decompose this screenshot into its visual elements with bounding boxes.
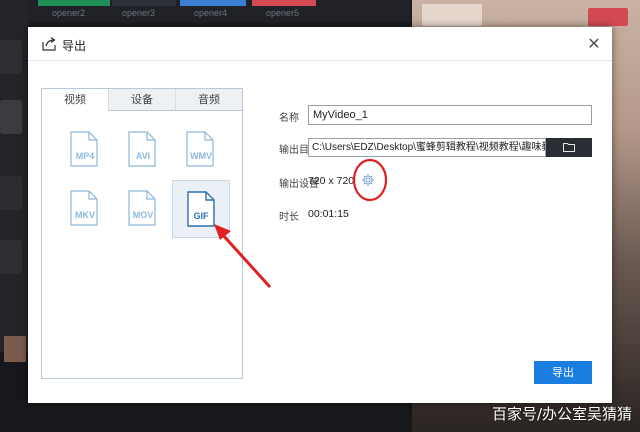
folder-icon (563, 143, 575, 152)
clip-label: opener3 (122, 8, 156, 18)
file-icon (186, 131, 214, 167)
format-label: MOV (132, 210, 154, 220)
side-thumb[interactable] (0, 40, 22, 74)
format-gif[interactable]: GIF (172, 180, 230, 238)
tab-audio[interactable]: 音频 (175, 89, 242, 111)
browse-folder-button[interactable] (546, 138, 592, 157)
side-thumb[interactable] (0, 176, 22, 210)
clip-label: opener2 (52, 8, 86, 18)
format-mp4[interactable]: MP4 (56, 121, 114, 179)
clip-thumb[interactable] (112, 0, 176, 6)
watermark-text: 百家号/办公室吴猜猜 (491, 405, 632, 423)
side-thumb[interactable] (0, 240, 22, 274)
format-mov[interactable]: MOV (114, 180, 172, 238)
file-icon (128, 131, 156, 167)
format-mkv[interactable]: MKV (56, 180, 114, 238)
preview-detail (588, 8, 628, 26)
format-avi[interactable]: AVI (114, 121, 172, 179)
clip-thumb[interactable] (252, 0, 316, 6)
preview-detail (422, 4, 482, 26)
file-icon (70, 190, 98, 226)
format-label: MKV (75, 210, 95, 220)
editor-clip-strip: r1 opener2 opener3 opener4 opener5 (0, 0, 410, 22)
format-label: GIF (193, 211, 209, 221)
export-dialog: 导出 ✕ 视频 设备 音频 MP4 AVI WMV MKV MOV GIF 名称… (28, 27, 612, 403)
export-icon (42, 37, 56, 51)
gear-icon[interactable] (361, 173, 375, 187)
duration-label: 时长 (279, 212, 299, 223)
format-label: AVI (135, 151, 151, 161)
format-label: MP4 (75, 151, 95, 161)
clip-thumb[interactable] (38, 0, 110, 6)
export-button[interactable]: 导出 (534, 361, 592, 384)
file-icon (70, 131, 98, 167)
close-icon[interactable]: ✕ (586, 36, 602, 52)
name-input[interactable]: MyVideo_1 (308, 105, 592, 125)
file-icon (128, 190, 156, 226)
clip-thumb[interactable] (180, 0, 246, 6)
format-panel: 视频 设备 音频 MP4 AVI WMV MKV MOV GIF (41, 88, 243, 379)
tab-device[interactable]: 设备 (108, 89, 175, 111)
dialog-title: 导出 (62, 39, 87, 53)
timeline-clip[interactable] (4, 336, 26, 362)
format-label: WMV (190, 151, 212, 161)
name-label: 名称 (279, 113, 299, 124)
dialog-title-bar: 导出 ✕ (28, 27, 612, 61)
format-wmv[interactable]: WMV (172, 121, 230, 179)
format-tabs: 视频 设备 音频 (42, 89, 242, 111)
clip-label: opener4 (194, 8, 228, 18)
side-thumb[interactable] (0, 100, 22, 134)
output-dir-input[interactable]: C:\Users\EDZ\Desktop\蜜蜂剪辑教程\视频教程\趣味教程 (308, 138, 546, 157)
duration-value: 00:01:15 (308, 208, 349, 220)
clip-label: opener5 (266, 8, 300, 18)
output-settings-value: 720 x 720 (308, 175, 355, 187)
file-icon (187, 191, 215, 227)
tab-video[interactable]: 视频 (42, 89, 108, 111)
